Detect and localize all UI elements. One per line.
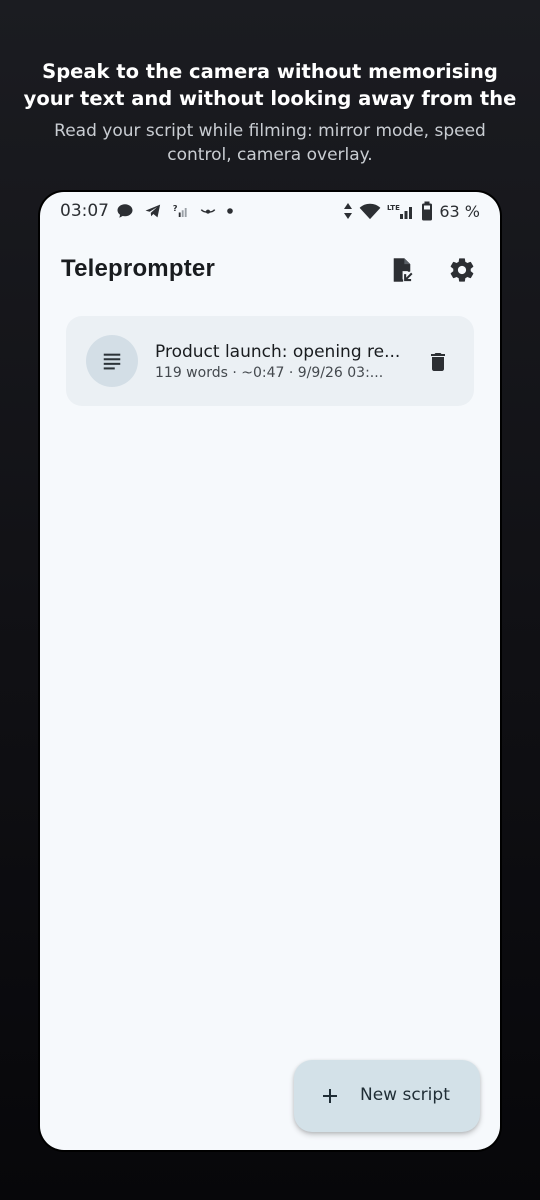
dot-icon — [227, 208, 233, 214]
import-file-icon — [393, 258, 413, 282]
settings-button[interactable] — [442, 250, 482, 290]
document-lines-icon — [103, 353, 121, 370]
script-meta: 119 words · ~0:47 · 9/9/26 03:... — [155, 365, 384, 381]
promo-title-line-2: your text and without looking away from … — [23, 87, 517, 110]
promo-subtitle: Read your script while filming: mirror m… — [54, 121, 486, 165]
import-script-button[interactable] — [382, 250, 422, 290]
script-list-item[interactable]: Product launch: opening re... 119 words … — [66, 316, 474, 406]
app-bar: Teleprompter — [40, 242, 500, 298]
phone-screen: 03:07 ? LTE 63 % Teleprompter Product la… — [40, 192, 500, 1150]
status-system-icons: LTE 63 % — [343, 201, 480, 221]
no-sim-signal-icon: ? — [173, 203, 187, 217]
script-avatar — [86, 335, 138, 387]
wifi-icon — [359, 203, 381, 220]
status-bar: 03:07 ? LTE 63 % — [40, 192, 500, 230]
promo-title-line-1: Speak to the camera without memorising — [42, 60, 498, 83]
eye-icon — [200, 209, 216, 214]
promo-title: Speak to the camera without memorising y… — [0, 58, 540, 112]
status-time: 03:07 — [60, 201, 109, 221]
battery-icon — [422, 201, 433, 221]
telegram-icon — [145, 204, 161, 218]
chat-bubble-icon — [117, 204, 133, 218]
phone-frame: 03:07 ? LTE 63 % Teleprompter Product la… — [38, 190, 502, 1152]
app-title: Teleprompter — [61, 255, 215, 282]
new-script-button[interactable]: New script — [294, 1060, 480, 1132]
data-arrows-icon — [344, 203, 353, 219]
script-title: Product launch: opening re... — [155, 342, 401, 362]
trash-icon — [431, 353, 445, 371]
svg-text:?: ? — [173, 203, 178, 213]
plus-icon — [323, 1089, 337, 1103]
new-script-label: New script — [360, 1085, 450, 1105]
lte-signal-icon: LTE — [387, 204, 413, 219]
status-notification-icons: ? — [116, 202, 234, 220]
battery-percent: 63 % — [439, 201, 480, 221]
lte-label: LTE — [387, 204, 400, 212]
delete-script-button[interactable] — [418, 342, 458, 382]
gear-icon — [450, 258, 474, 282]
